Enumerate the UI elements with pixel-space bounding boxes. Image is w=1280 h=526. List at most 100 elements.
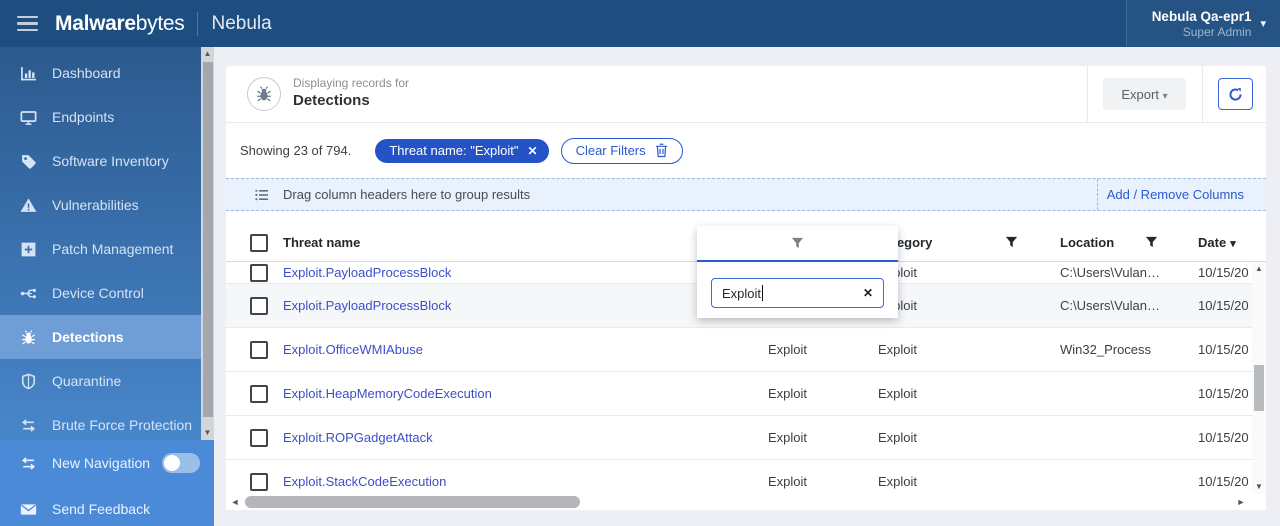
chevron-down-icon: ▾ [1162,90,1168,102]
threat-name-link[interactable]: Exploit.ROPGadgetAttack [283,430,433,445]
date-label: Date [1198,235,1227,250]
popup-filter-header [697,226,898,262]
sidebar-item-dashboard[interactable]: Dashboard [0,51,201,95]
sidebar-item-software-inventory[interactable]: Software Inventory [0,139,201,183]
table-row: Exploit.ROPGadgetAttack Exploit Exploit … [226,416,1252,460]
table-row: Exploit.StackCodeExecution Exploit Explo… [226,460,1252,494]
filter-input-value: Exploit [722,285,762,301]
row-checkbox[interactable] [250,341,268,359]
row-checkbox[interactable] [250,473,268,491]
sidebar-item-detections[interactable]: Detections [0,315,201,359]
category-filter-icon[interactable] [1005,236,1018,252]
scroll-down-icon[interactable]: ▼ [201,426,214,439]
row-checkbox[interactable] [250,264,268,282]
vertical-scrollbar-thumb[interactable] [1254,365,1264,411]
plus-square-icon [20,241,37,258]
product-name: Nebula [211,12,272,34]
sidebar-item-label: Device Control [52,285,144,301]
sidebar-item-quarantine[interactable]: Quarantine [0,359,201,403]
date-cell: 10/15/20 [1198,298,1249,313]
clear-input-icon[interactable]: ✕ [863,286,873,300]
brand-bold: Malware [55,11,136,35]
sidebar-item-label: Quarantine [52,373,122,389]
add-remove-columns-link[interactable]: Add / Remove Columns [1107,187,1244,202]
date-cell: 10/15/20 [1198,474,1249,489]
horizontal-scrollbar-thumb[interactable] [245,496,580,508]
date-cell: 10/15/20 [1198,265,1249,280]
sidebar-item-patch-management[interactable]: Patch Management [0,227,201,271]
scroll-up-icon[interactable]: ▲ [201,47,214,60]
account-role: Super Admin [1182,24,1252,39]
filter-chip-label: Threat name: "Exploit" [389,143,519,158]
page-title: Detections [293,92,370,109]
hamburger-menu-icon[interactable] [17,16,38,31]
export-button[interactable]: Export ▾ [1103,78,1186,110]
sidebar-item-device-control[interactable]: Device Control [0,271,201,315]
usb-icon [20,285,37,302]
location-cell: C:\Users\Vulan… [1060,265,1160,280]
sort-desc-icon: ▾ [1230,238,1236,250]
refresh-button[interactable] [1218,78,1253,110]
export-label: Export [1121,86,1159,102]
date-cell: 10/15/20 [1198,386,1249,401]
clear-filters-button[interactable]: Clear Filters [560,137,683,164]
row-checkbox[interactable] [250,429,268,447]
group-drop-zone[interactable]: Drag column headers here to group result… [226,178,1266,211]
panel-header: Displaying records for Detections Export… [226,66,1266,123]
sidebar-item-send-feedback[interactable]: Send Feedback [0,486,214,526]
threat-name-link[interactable]: Exploit.OfficeWMIAbuse [283,342,423,357]
scroll-right-icon[interactable]: ► [1234,494,1248,510]
bug-icon [20,329,37,346]
account-menu[interactable]: Nebula Qa-epr1 Super Admin ▾ [1126,0,1280,47]
type-cell: Exploit [768,474,808,489]
sidebar-scrollbar[interactable]: ▲ ▼ [201,47,214,440]
row-checkbox[interactable] [250,297,268,315]
sync-arrows-icon [20,455,37,472]
brand-light: bytes [135,11,185,35]
brand-divider [197,11,199,36]
chevron-down-icon: ▾ [1260,18,1266,30]
category-cell: Exploit [878,386,918,401]
sidebar: Dashboard Endpoints Software Inventory Vuln… [0,47,214,526]
column-location[interactable]: Location [1060,235,1114,250]
filter-summary-row: Showing 23 of 794. Threat name: "Exploit… [226,123,1266,178]
group-hint-text: Drag column headers here to group result… [283,187,531,202]
horizontal-scrollbar[interactable]: ◄ ► [226,494,1252,510]
scroll-up-icon[interactable]: ▲ [1252,262,1266,276]
scroll-down-icon[interactable]: ▼ [1252,480,1266,494]
new-navigation-toggle[interactable] [162,453,201,473]
vertical-scrollbar[interactable]: ▲ ▼ [1252,262,1266,494]
sidebar-item-label: Vulnerabilities [52,197,139,213]
bug-avatar-icon [247,77,281,111]
sidebar-scrollbar-thumb[interactable] [202,62,213,417]
envelope-icon [20,501,37,518]
threat-name-link[interactable]: Exploit.StackCodeExecution [283,474,446,489]
close-icon[interactable]: ✕ [528,144,538,158]
threat-name-filter-input[interactable]: Exploit ✕ [711,278,884,308]
clear-filters-label: Clear Filters [575,143,646,158]
category-cell: Exploit [878,430,918,445]
sidebar-item-endpoints[interactable]: Endpoints [0,95,201,139]
sidebar-item-label: Software Inventory [52,153,169,169]
column-date[interactable]: Date ▾ [1198,235,1236,250]
threat-name-link[interactable]: Exploit.HeapMemoryCodeExecution [283,386,492,401]
threat-name-link[interactable]: Exploit.PayloadProcessBlock [283,298,451,313]
category-cell: Exploit [878,342,918,357]
column-threat-name[interactable]: Threat name [283,235,360,250]
threat-name-link[interactable]: Exploit.PayloadProcessBlock [283,265,451,280]
sidebar-item-new-navigation[interactable]: New Navigation [0,440,214,486]
account-name: Nebula Qa-epr1 [1151,8,1252,24]
text-cursor [762,285,764,301]
scroll-left-icon[interactable]: ◄ [228,494,242,510]
group-bar-right: Add / Remove Columns [1097,179,1266,210]
sidebar-item-label: Dashboard [52,65,121,81]
detections-panel: Displaying records for Detections Export… [226,66,1266,510]
select-all-checkbox[interactable] [250,234,268,252]
table-row: Exploit.HeapMemoryCodeExecution Exploit … [226,372,1252,416]
sidebar-item-vulnerabilities[interactable]: Vulnerabilities [0,183,201,227]
sidebar-item-label: Detections [52,329,124,345]
location-filter-icon[interactable] [1145,236,1158,252]
malwarebytes-logo: Malwarebytes [55,11,185,36]
filter-chip-threat-name[interactable]: Threat name: "Exploit" ✕ [375,138,549,163]
row-checkbox[interactable] [250,385,268,403]
